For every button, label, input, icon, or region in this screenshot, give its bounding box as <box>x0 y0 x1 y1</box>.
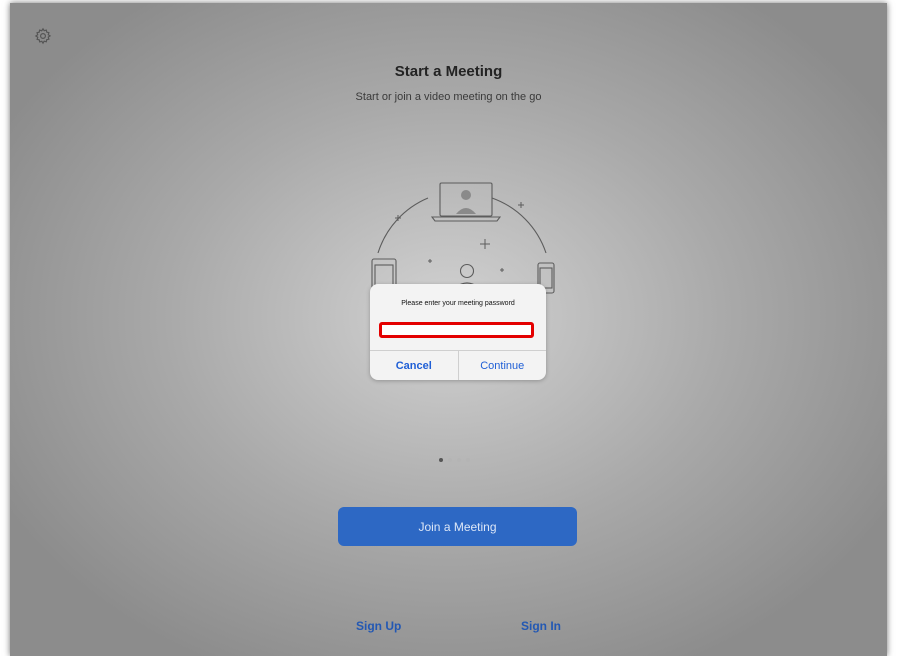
gear-icon[interactable] <box>34 27 52 45</box>
laptop-icon <box>430 182 502 222</box>
page-title: Start a Meeting <box>394 63 503 80</box>
dialog-message: Please enter your meeting password <box>401 300 515 307</box>
password-input[interactable] <box>379 322 534 338</box>
arc-line <box>377 197 429 254</box>
arc-line <box>491 197 547 254</box>
page-dot[interactable] <box>466 458 470 462</box>
sign-in-link[interactable]: Sign In <box>521 619 561 633</box>
page-dot[interactable] <box>439 458 443 462</box>
page-indicator <box>439 458 470 462</box>
join-meeting-button[interactable]: Join a Meeting <box>338 507 577 546</box>
page-subtitle: Start or join a video meeting on the go <box>355 91 542 103</box>
cancel-button[interactable]: Cancel <box>370 351 459 380</box>
dialog-actions: Cancel Continue <box>370 350 546 380</box>
app-screen: Start a Meeting Start or join a video me… <box>10 3 887 656</box>
password-dialog: Please enter your meeting password Cance… <box>370 284 546 380</box>
sign-up-link[interactable]: Sign Up <box>356 619 401 633</box>
page-dot[interactable] <box>457 458 461 462</box>
continue-button[interactable]: Continue <box>459 351 547 380</box>
page-dot[interactable] <box>448 458 452 462</box>
